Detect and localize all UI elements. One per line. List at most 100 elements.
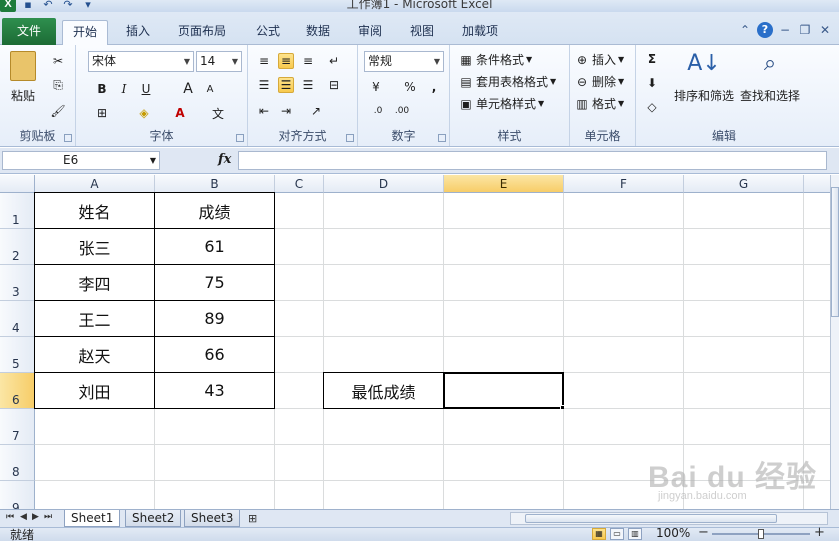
wrap-text-icon[interactable]: ↵	[326, 53, 342, 69]
cell-b6[interactable]: 43	[154, 372, 275, 409]
font-name-select[interactable]: 宋体 ▼	[88, 51, 194, 72]
page-layout-view-icon[interactable]: ▭	[610, 528, 624, 540]
window-close-icon[interactable]: ✕	[817, 23, 833, 37]
align-left-icon[interactable]: ☰	[256, 77, 272, 93]
cell-f4[interactable]	[564, 301, 684, 337]
cell-b7[interactable]	[155, 409, 275, 445]
row-header-3[interactable]: 3	[0, 265, 35, 301]
cell-f6[interactable]	[564, 373, 684, 409]
row-header-8[interactable]: 8	[0, 445, 35, 481]
row-header-5[interactable]: 5	[0, 337, 35, 373]
column-header-a[interactable]: A	[35, 175, 155, 193]
horizontal-scrollbar[interactable]	[510, 512, 828, 525]
cell-d2[interactable]	[324, 229, 444, 265]
cell-h6[interactable]	[804, 373, 830, 409]
cell-a2[interactable]: 张三	[34, 228, 155, 265]
tab-insert[interactable]: 插入	[116, 20, 160, 45]
column-header-f[interactable]: F	[564, 175, 684, 193]
decrease-decimal-icon[interactable]: .00	[394, 103, 410, 119]
alignment-launcher-icon[interactable]	[346, 134, 354, 142]
cell-b9[interactable]	[155, 481, 275, 509]
cell-g1[interactable]	[684, 193, 804, 229]
tab-addins[interactable]: 加载项	[452, 20, 508, 45]
cell-d1[interactable]	[324, 193, 444, 229]
currency-icon[interactable]: ¥	[368, 79, 384, 95]
row-header-6[interactable]: 6	[0, 373, 35, 409]
cell-f7[interactable]	[564, 409, 684, 445]
vertical-scrollbar[interactable]	[830, 175, 839, 509]
sheet-tab-3[interactable]: Sheet3	[184, 510, 241, 527]
number-format-select[interactable]: 常规 ▼	[364, 51, 444, 72]
cell-a6[interactable]: 刘田	[34, 372, 155, 409]
underline-button[interactable]: U	[138, 81, 154, 97]
format-cells-button[interactable]: ▥ 格式 ▼	[574, 95, 624, 112]
font-launcher-icon[interactable]	[236, 134, 244, 142]
fill-color-icon[interactable]: ◈	[136, 105, 152, 121]
help-icon[interactable]: ?	[757, 22, 773, 38]
column-header-g[interactable]: G	[684, 175, 804, 193]
cell-d5[interactable]	[324, 337, 444, 373]
scroll-thumb[interactable]	[525, 514, 777, 523]
normal-view-icon[interactable]: ▦	[592, 528, 606, 540]
cell-a1[interactable]: 姓名	[34, 192, 155, 229]
find-select-button[interactable]: ⌕ 查找和选择	[740, 51, 800, 104]
align-top-icon[interactable]: ≡	[256, 53, 272, 69]
zoom-slider-knob[interactable]	[758, 529, 764, 539]
cell-b2[interactable]: 61	[154, 228, 275, 265]
tab-data[interactable]: 数据	[296, 20, 340, 45]
cell-a3[interactable]: 李四	[34, 264, 155, 301]
cell-c4[interactable]	[275, 301, 324, 337]
cell-a9[interactable]	[35, 481, 155, 509]
tab-file[interactable]: 文件	[2, 18, 56, 45]
grow-font-button[interactable]: A	[180, 81, 196, 97]
font-color-icon[interactable]: A	[172, 105, 188, 121]
cell-e7[interactable]	[444, 409, 564, 445]
cell-e3[interactable]	[444, 265, 564, 301]
number-launcher-icon[interactable]	[438, 134, 446, 142]
cell-f1[interactable]	[564, 193, 684, 229]
last-sheet-icon[interactable]: ⏭	[44, 512, 52, 522]
zoom-level[interactable]: 100%	[656, 526, 690, 540]
cell-f2[interactable]	[564, 229, 684, 265]
cell-g4[interactable]	[684, 301, 804, 337]
next-sheet-icon[interactable]: ▶	[32, 512, 39, 522]
row-header-1[interactable]: 1	[0, 193, 35, 229]
cell-d9[interactable]	[324, 481, 444, 509]
cell-h3[interactable]	[804, 265, 830, 301]
merge-center-icon[interactable]: ⊟	[326, 77, 342, 93]
row-header-9[interactable]: 9	[0, 481, 35, 509]
orientation-icon[interactable]: ↗	[308, 103, 324, 119]
minimize-ribbon-icon[interactable]: ⌃	[737, 23, 753, 37]
insert-cells-button[interactable]: ⊕ 插入 ▼	[574, 51, 624, 68]
name-box[interactable]: E6 ▼	[2, 151, 160, 170]
cell-a7[interactable]	[35, 409, 155, 445]
cell-b1[interactable]: 成绩	[154, 192, 275, 229]
cell-a4[interactable]: 王二	[34, 300, 155, 337]
cell-h5[interactable]	[804, 337, 830, 373]
row-header-2[interactable]: 2	[0, 229, 35, 265]
column-header-e[interactable]: E	[444, 175, 564, 193]
cell-g2[interactable]	[684, 229, 804, 265]
cell-a5[interactable]: 赵天	[34, 336, 155, 373]
cell-g7[interactable]	[684, 409, 804, 445]
cell-e4[interactable]	[444, 301, 564, 337]
cell-c7[interactable]	[275, 409, 324, 445]
column-header-extra[interactable]	[804, 175, 830, 193]
cell-h1[interactable]	[804, 193, 830, 229]
cell-g3[interactable]	[684, 265, 804, 301]
align-center-icon[interactable]: ☰	[278, 77, 294, 93]
cell-c1[interactable]	[275, 193, 324, 229]
cell-a8[interactable]	[35, 445, 155, 481]
cell-c9[interactable]	[275, 481, 324, 509]
cell-b4[interactable]: 89	[154, 300, 275, 337]
increase-decimal-icon[interactable]: .0	[370, 103, 386, 119]
borders-icon[interactable]: ⊞	[94, 105, 110, 121]
cell-d8[interactable]	[324, 445, 444, 481]
cell-b8[interactable]	[155, 445, 275, 481]
column-header-c[interactable]: C	[275, 175, 324, 193]
cell-h4[interactable]	[804, 301, 830, 337]
window-minimize-icon[interactable]: −	[777, 23, 793, 37]
align-middle-icon[interactable]: ≡	[278, 53, 294, 69]
clear-icon[interactable]: ◇	[644, 99, 660, 115]
tab-view[interactable]: 视图	[400, 20, 444, 45]
